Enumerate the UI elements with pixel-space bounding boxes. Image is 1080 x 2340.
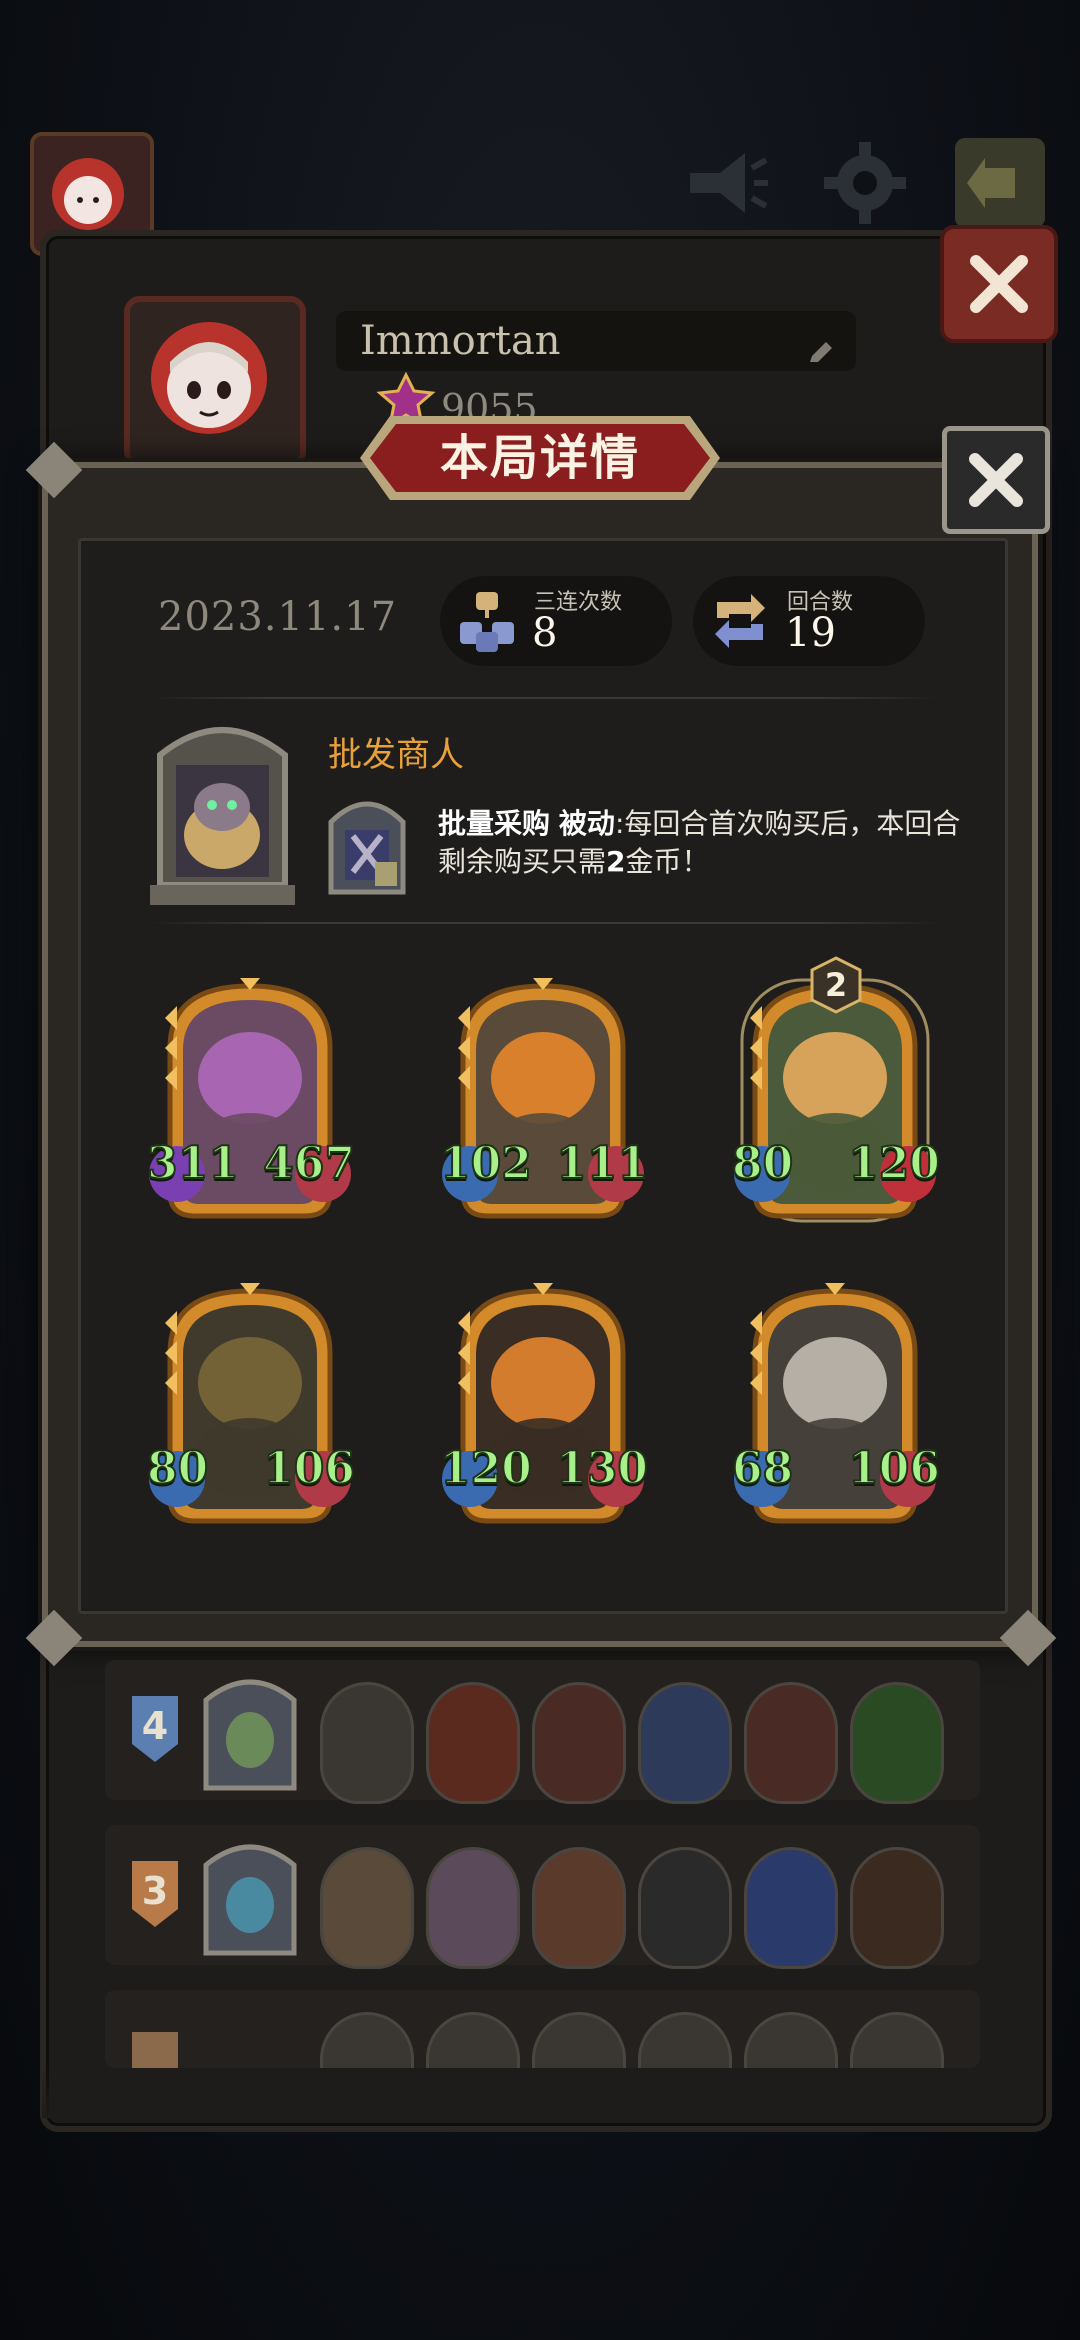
unit-attack: 80 [731, 1137, 794, 1190]
section-divider [150, 922, 940, 924]
rank-unit-slot [532, 1682, 626, 1804]
rank-unit-slot [638, 1847, 732, 1969]
unit-card-mushroom[interactable]: 311 467 [146, 978, 356, 1223]
hero-portrait[interactable] [150, 715, 295, 905]
match-date: 2023.11.17 [158, 594, 398, 640]
back-close-button[interactable] [940, 225, 1058, 343]
wholesale-skill-icon[interactable] [325, 792, 409, 900]
rank-unit-slot [532, 2012, 626, 2068]
unit-health: 111 [555, 1137, 649, 1190]
round-count-stat: 回合数 19 [693, 576, 925, 666]
rank-unit-slot [744, 2012, 838, 2068]
unit-card-flower-dryad[interactable]: 2 80 120 [731, 956, 941, 1223]
profile-avatar[interactable] [124, 296, 306, 468]
rounds-cycle-icon [707, 588, 773, 654]
rank-badge: 3 [130, 1859, 180, 1929]
rank-unit-slot [320, 1682, 414, 1804]
rank-badge [130, 2030, 180, 2068]
list-bottom-fade [42, 2068, 1038, 2118]
rank-unit-slot [532, 1847, 626, 1969]
hero-name: 批发商人 [328, 735, 464, 775]
announcement-megaphone-icon[interactable] [680, 138, 770, 228]
modal-close-button[interactable] [942, 426, 1050, 534]
rank-hero-portrait [200, 1835, 300, 1960]
rank-unit-slot [744, 1847, 838, 1969]
rank-number: 3 [141, 1869, 169, 1913]
rank-unit-slot [320, 1847, 414, 1969]
rank-unit-slot [638, 2012, 732, 2068]
rank-unit-slot [426, 1847, 520, 1969]
unit-card-barbarian[interactable]: 68 106 [731, 1283, 941, 1528]
edit-pencil-icon[interactable] [806, 325, 836, 362]
unit-health: 106 [847, 1442, 941, 1495]
rank-unit-slot [850, 2012, 944, 2068]
unit-card-witch-hat[interactable]: 80 106 [146, 1283, 356, 1528]
rank-unit-slot [850, 1682, 944, 1804]
star-level-badge: 2 [810, 956, 862, 1014]
rank-number [130, 2030, 180, 2068]
skill-tail: 金币！ [625, 845, 710, 878]
unit-health: 120 [847, 1137, 941, 1190]
unit-attack: 311 [146, 1137, 240, 1190]
section-divider [150, 697, 940, 699]
rank-unit-slot [744, 1682, 838, 1804]
skill-value: 2 [606, 845, 626, 878]
rank-unit-slot [426, 1682, 520, 1804]
title-banner: 本局详情 [340, 410, 740, 506]
modal-title: 本局详情 [439, 430, 640, 486]
rank-unit-slot [638, 1682, 732, 1804]
ranking-row[interactable]: 3 [105, 1825, 980, 1969]
stat-value: 19 [785, 610, 836, 656]
player-name-text: Immortan [360, 318, 561, 364]
unit-health: 130 [555, 1442, 649, 1495]
rank-unit-slot [426, 2012, 520, 2068]
rank-unit-slot [850, 1847, 944, 1969]
unit-health: 467 [262, 1137, 356, 1190]
unit-attack: 102 [439, 1137, 533, 1190]
rank-hero-portrait [200, 1670, 300, 1795]
unit-attack: 80 [146, 1442, 209, 1495]
exit-arrow-icon[interactable] [955, 138, 1045, 228]
triple-count-stat: 三连次数 8 [440, 576, 672, 666]
triple-merge-icon [454, 588, 520, 654]
stat-value: 8 [532, 610, 558, 656]
unit-attack: 68 [731, 1442, 794, 1495]
settings-gear-icon[interactable] [820, 138, 910, 228]
skill-name: 批量采购 [438, 807, 551, 840]
unit-card-treant[interactable]: 120 130 [439, 1283, 649, 1528]
rank-unit-slot [320, 2012, 414, 2068]
player-name-field[interactable]: Immortan [336, 311, 856, 371]
rank-number: 4 [141, 1704, 169, 1748]
hero-skill-description: 批量采购 被动:每回合首次购买后，本回合剩余购买只需2金币！ [438, 805, 978, 881]
ranking-row[interactable] [105, 1990, 980, 2068]
rank-badge: 4 [130, 1694, 180, 1764]
unit-attack: 120 [439, 1442, 533, 1495]
unit-card-pumpkin-ghost[interactable]: 102 111 [439, 978, 649, 1223]
star-level: 2 [824, 966, 848, 1004]
ranking-row[interactable]: 4 [105, 1660, 980, 1804]
top-bar [0, 120, 1080, 256]
skill-type: 被动 [558, 807, 615, 840]
unit-health: 106 [262, 1442, 356, 1495]
